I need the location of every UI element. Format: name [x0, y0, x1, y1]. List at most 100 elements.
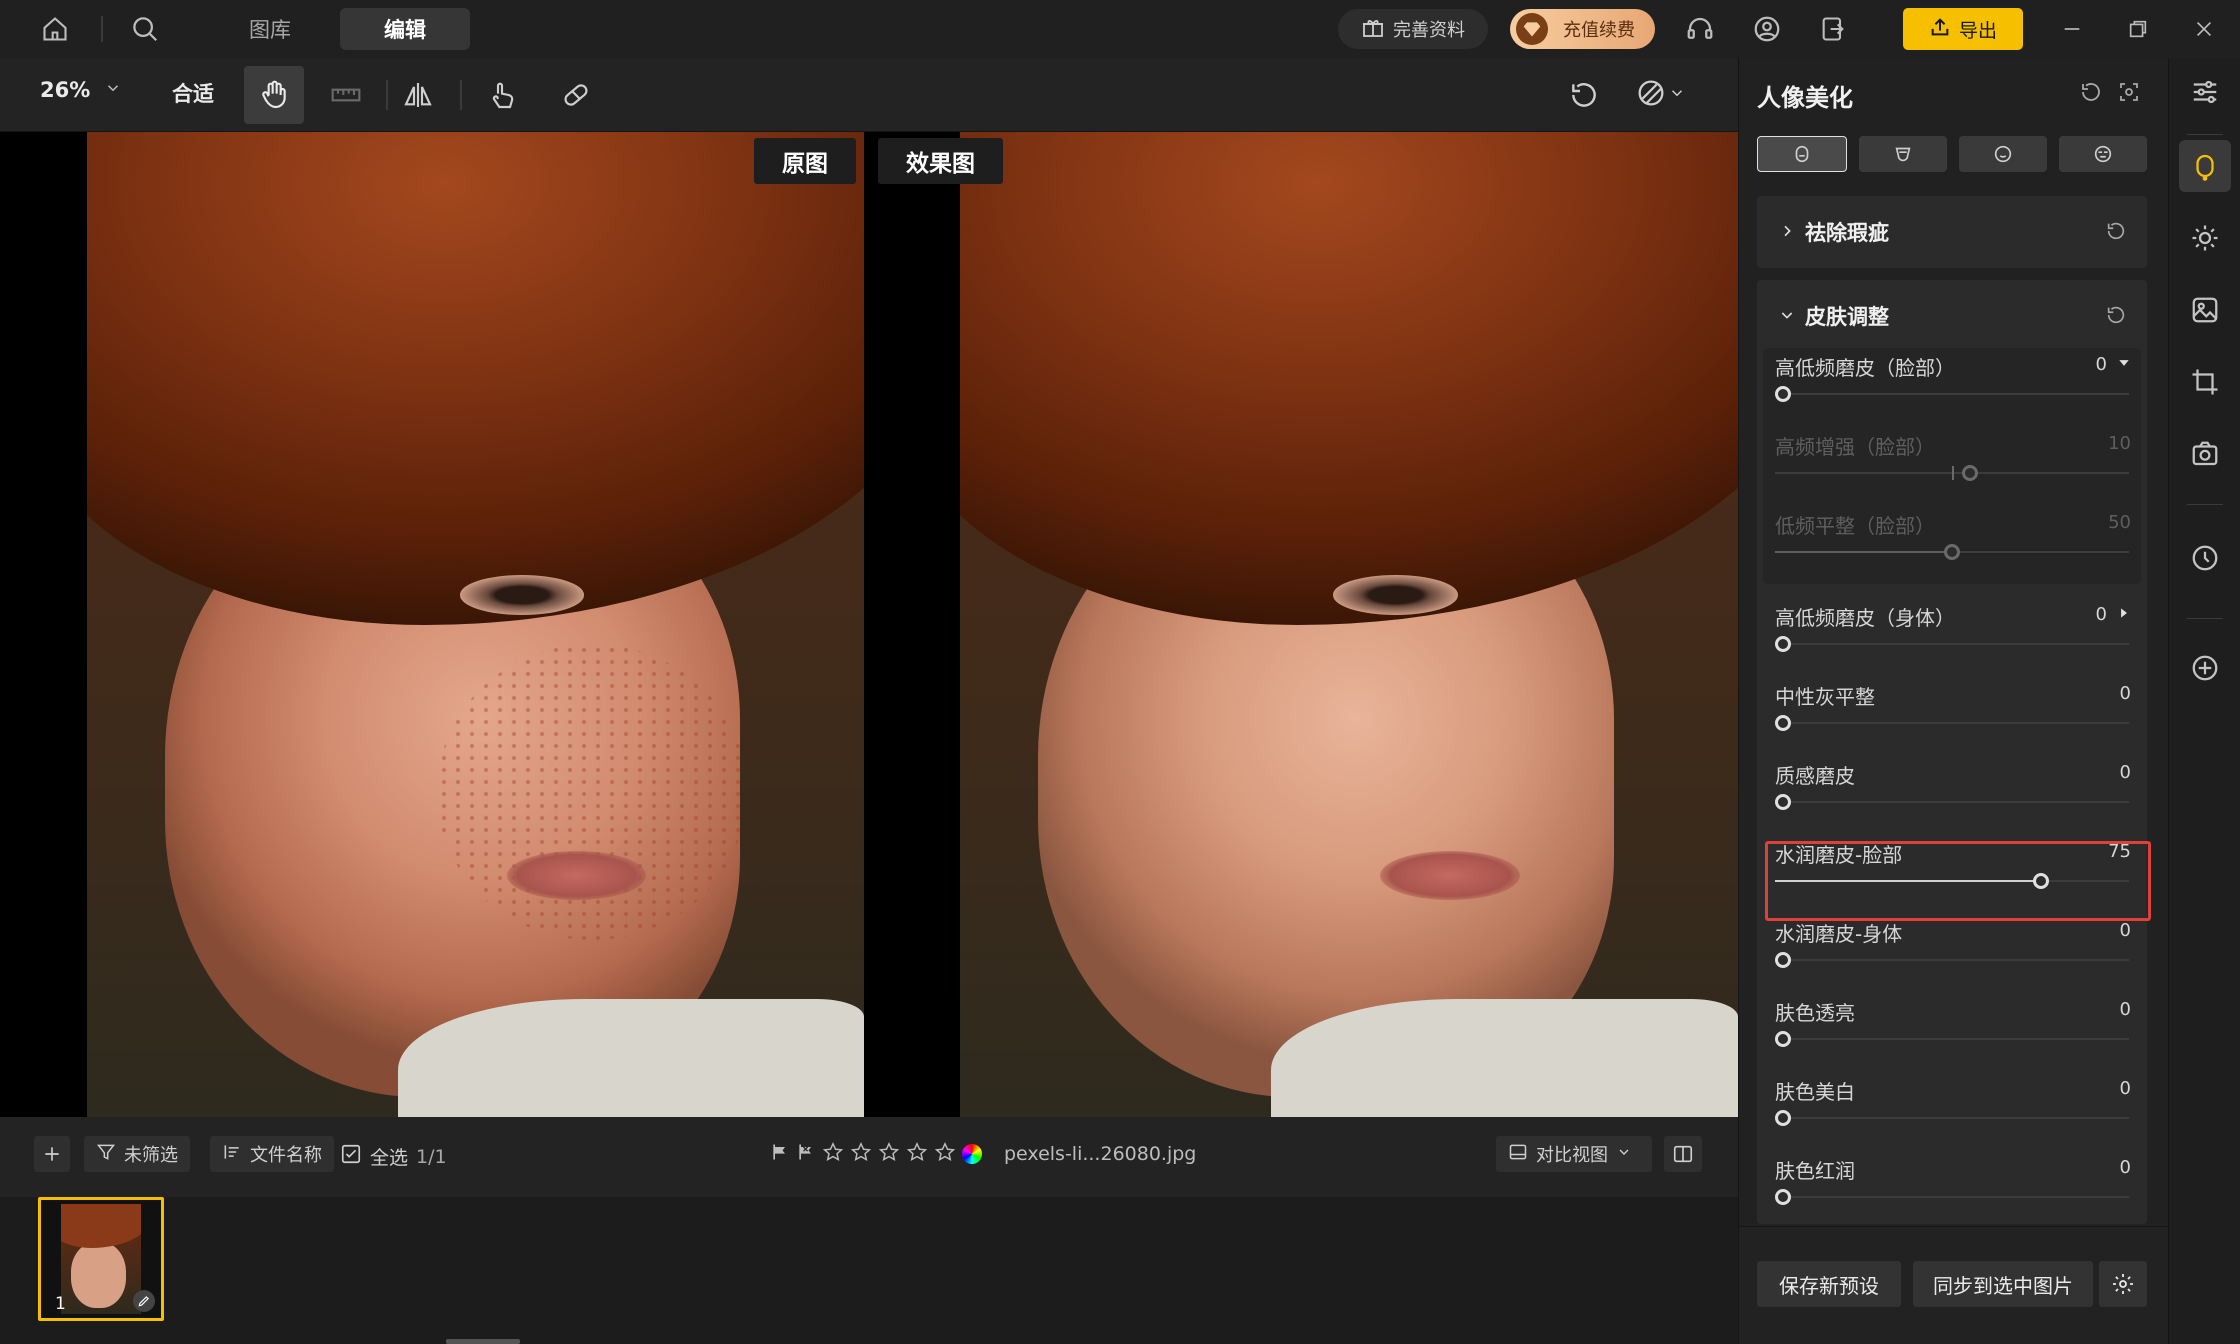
face-scan-icon[interactable]: [2117, 80, 2141, 108]
sort-button[interactable]: 文件名称: [210, 1136, 334, 1172]
slider-row: 高频增强（脸部） 10: [1775, 431, 2145, 491]
close-icon[interactable]: [2184, 12, 2224, 46]
light-icon[interactable]: [2179, 212, 2231, 264]
star-icon[interactable]: [822, 1141, 844, 1167]
chevron-right-icon: [1779, 220, 1795, 244]
save-preset-button[interactable]: 保存新预设: [1757, 1261, 1901, 1307]
complete-profile-label: 完善资料: [1393, 20, 1465, 41]
slider-value-field[interactable]: 0: [2120, 1157, 2131, 1178]
star-icon[interactable]: [934, 1141, 956, 1167]
adjust-sliders-icon[interactable]: [2179, 66, 2231, 118]
fit-button[interactable]: 合适: [172, 78, 214, 108]
complete-profile-button[interactable]: 完善资料: [1338, 9, 1488, 49]
eraser-icon[interactable]: [546, 66, 606, 124]
slider-value-field[interactable]: 50: [2108, 512, 2131, 533]
slider-handle[interactable]: [1944, 544, 1960, 560]
add-icon[interactable]: [34, 1136, 70, 1172]
user-icon[interactable]: [1750, 12, 1784, 46]
hand-tool-icon[interactable]: [244, 66, 304, 124]
slider-value-field[interactable]: 0: [2120, 920, 2131, 941]
rotate-reset-icon[interactable]: [1554, 66, 1614, 124]
slider-value-field[interactable]: 10: [2108, 433, 2131, 454]
original-label: 原图: [754, 138, 856, 184]
body-icon[interactable]: [1859, 136, 1947, 172]
camera-icon[interactable]: [2179, 428, 2231, 480]
overlay-dropdown[interactable]: [1620, 66, 1700, 124]
ruler-icon[interactable]: [316, 66, 376, 124]
slider-track[interactable]: [1775, 801, 2129, 803]
slider-track[interactable]: [1775, 959, 2129, 961]
reject-flag-icon[interactable]: [796, 1142, 816, 1166]
tab-library[interactable]: 图库: [220, 10, 320, 48]
slider-track[interactable]: [1775, 1196, 2129, 1198]
add-circle-icon[interactable]: [2179, 642, 2231, 694]
search-icon[interactable]: [128, 12, 162, 46]
slider-value-field[interactable]: 0: [2096, 354, 2131, 375]
slider-track[interactable]: [1775, 1117, 2129, 1119]
slider-value-field[interactable]: 0: [2120, 1078, 2131, 1099]
settings-gear-icon[interactable]: [2099, 1261, 2147, 1307]
slider-handle[interactable]: [1775, 1110, 1791, 1126]
star-icon[interactable]: [878, 1141, 900, 1167]
slider-handle[interactable]: [1961, 465, 1978, 481]
section-skin[interactable]: 皮肤调整: [1757, 280, 2147, 352]
tab-edit[interactable]: 编辑: [340, 8, 470, 50]
slider-handle[interactable]: [1775, 715, 1791, 731]
split-view-icon[interactable]: [1664, 1136, 1702, 1172]
slider-value-field[interactable]: 75: [2108, 841, 2131, 862]
reset-icon[interactable]: [2079, 80, 2103, 108]
flag-icon[interactable]: [770, 1142, 790, 1166]
slider-handle[interactable]: [1775, 794, 1791, 810]
image-retouch-icon[interactable]: [2179, 284, 2231, 336]
slider-track[interactable]: [1775, 1038, 2129, 1040]
touch-icon[interactable]: [472, 66, 532, 124]
slider-value-field[interactable]: 0: [2096, 604, 2131, 625]
headset-icon[interactable]: [1683, 12, 1717, 46]
slider-row: 肤色美白 0: [1775, 1076, 2145, 1136]
reset-icon[interactable]: [2105, 304, 2127, 331]
filter-button[interactable]: 未筛选: [84, 1136, 190, 1172]
portrait-beauty-icon[interactable]: [2179, 140, 2231, 192]
slider-handle[interactable]: [1775, 952, 1791, 968]
star-icon[interactable]: [850, 1141, 872, 1167]
vip-renew-button[interactable]: 充值续费: [1510, 9, 1655, 49]
slider-handle[interactable]: [1775, 1189, 1791, 1205]
slider-handle[interactable]: [1775, 1031, 1791, 1047]
slider-handle[interactable]: [2032, 873, 2049, 889]
thumbnail[interactable]: 1: [38, 1197, 164, 1321]
star-icon[interactable]: [906, 1141, 928, 1167]
face-shape-icon[interactable]: [1959, 136, 2047, 172]
select-all-checkbox[interactable]: 全选 1/1: [340, 1143, 447, 1170]
slider-value-field[interactable]: 0: [2120, 683, 2131, 704]
flip-icon[interactable]: [388, 66, 448, 124]
slider-track[interactable]: [1775, 393, 2129, 395]
slider-track[interactable]: [1775, 722, 2129, 724]
filmstrip-scrollbar[interactable]: [446, 1339, 520, 1344]
sync-selected-button[interactable]: 同步到选中图片: [1913, 1261, 2093, 1307]
thumbnail-index: 1: [55, 1294, 66, 1314]
export-button[interactable]: 导出: [1903, 8, 2023, 50]
image-viewer[interactable]: 原图 效果图: [0, 132, 1738, 1117]
caret-right-icon[interactable]: [2117, 604, 2131, 625]
slider-handle[interactable]: [1775, 386, 1791, 402]
compare-view-dropdown[interactable]: 对比视图: [1496, 1136, 1652, 1172]
slider-value-field[interactable]: 0: [2120, 999, 2131, 1020]
face-skin-icon[interactable]: [1757, 136, 1847, 172]
restore-icon[interactable]: [2118, 12, 2158, 46]
logout-icon[interactable]: [1816, 12, 1850, 46]
crop-icon[interactable]: [2179, 356, 2231, 408]
makeup-icon[interactable]: [2059, 136, 2147, 172]
slider-track[interactable]: [1775, 643, 2129, 645]
caret-down-icon[interactable]: [2117, 354, 2131, 375]
slider-label: 水润磨皮-身体: [1775, 922, 1903, 946]
zoom-dropdown[interactable]: 26%: [40, 78, 122, 102]
color-label-icon[interactable]: [962, 1144, 982, 1164]
home-icon[interactable]: [38, 12, 72, 46]
reset-icon[interactable]: [2105, 220, 2127, 247]
minimize-icon[interactable]: [2052, 12, 2092, 46]
slider-value-field[interactable]: 0: [2120, 762, 2131, 783]
slider-handle[interactable]: [1775, 636, 1791, 652]
section-blemish[interactable]: 祛除瑕疵: [1757, 196, 2147, 268]
zoom-value: 26%: [40, 78, 91, 102]
history-icon[interactable]: [2179, 532, 2231, 584]
